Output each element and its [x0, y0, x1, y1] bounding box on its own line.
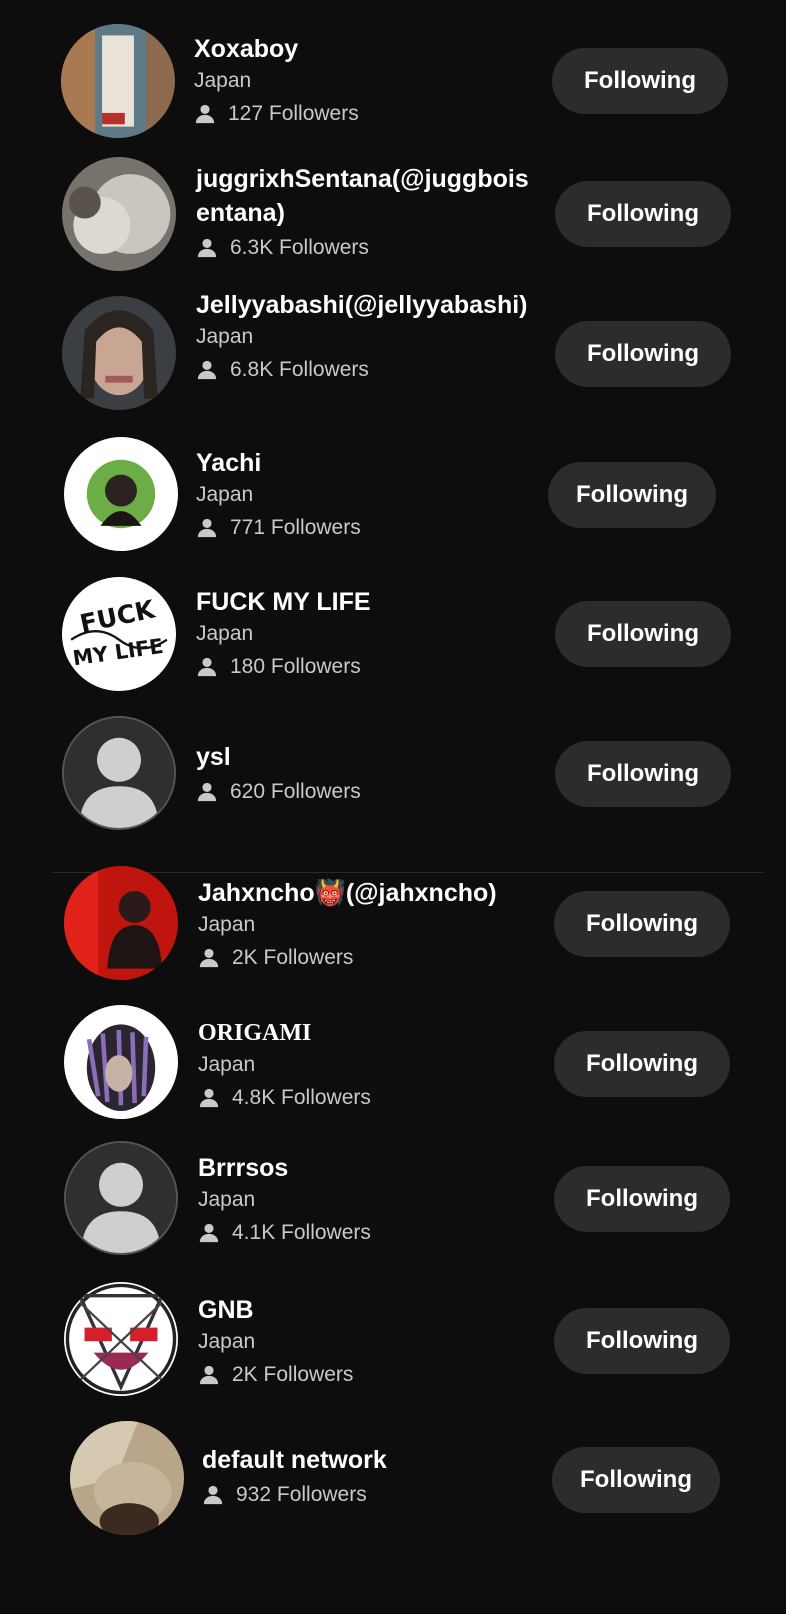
follower-count: 932 Followers: [202, 1477, 552, 1513]
user-location: Japan: [194, 69, 252, 92]
user-name[interactable]: GNB: [198, 1293, 548, 1327]
follower-count-text: 2K Followers: [232, 1363, 354, 1386]
follower-count: 127 Followers: [194, 96, 544, 132]
person-icon: [197, 238, 217, 258]
avatar[interactable]: [70, 1421, 184, 1535]
divider: [52, 872, 764, 873]
following-button[interactable]: Following: [548, 462, 716, 528]
follower-count: 2K Followers: [198, 1357, 548, 1393]
avatar[interactable]: [62, 157, 176, 271]
follower-count: 620 Followers: [196, 774, 546, 810]
follower-count-text: 127 Followers: [228, 102, 359, 125]
following-button[interactable]: Following: [555, 321, 731, 387]
avatar[interactable]: [62, 296, 176, 410]
avatar[interactable]: [64, 1282, 178, 1396]
follower-count-text: 771 Followers: [230, 516, 361, 539]
user-location: Japan: [196, 483, 254, 506]
following-button[interactable]: Following: [552, 48, 728, 114]
avatar[interactable]: [64, 866, 178, 980]
person-icon: [197, 782, 217, 802]
follower-count: 4.8K Followers: [198, 1080, 548, 1116]
follower-count: 180 Followers: [196, 649, 546, 685]
following-button[interactable]: Following: [554, 891, 730, 957]
person-icon: [199, 1223, 219, 1243]
user-name[interactable]: Jahxncho👹(@jahxncho): [198, 876, 538, 910]
user-location: Japan: [196, 325, 254, 348]
follower-count-text: 932 Followers: [236, 1483, 367, 1506]
person-icon: [203, 1485, 223, 1505]
following-button[interactable]: Following: [555, 181, 731, 247]
avatar[interactable]: [64, 437, 178, 551]
user-location: Japan: [198, 1188, 256, 1211]
user-name[interactable]: ORIGAMI: [198, 1016, 548, 1050]
person-icon: [195, 104, 215, 124]
user-name[interactable]: Brrrsos: [198, 1151, 548, 1185]
avatar[interactable]: [62, 716, 176, 830]
user-name[interactable]: default network: [202, 1443, 552, 1477]
follower-count-text: 4.8K Followers: [232, 1086, 371, 1109]
follower-count-text: 4.1K Followers: [232, 1221, 371, 1244]
follower-count-text: 2K Followers: [232, 946, 354, 969]
follower-count-text: 6.3K Followers: [230, 236, 369, 259]
user-name[interactable]: Yachi: [196, 446, 546, 480]
user-location: Japan: [196, 622, 254, 645]
user-name[interactable]: Jellyyabashi(@jellyyabashi): [196, 288, 536, 322]
follower-count: 771 Followers: [196, 510, 546, 546]
following-button[interactable]: Following: [555, 741, 731, 807]
user-name[interactable]: Xoxaboy: [194, 32, 544, 66]
following-button[interactable]: Following: [554, 1308, 730, 1374]
following-button[interactable]: Following: [554, 1166, 730, 1232]
avatar[interactable]: FUCK MY LIFE: [62, 577, 176, 691]
user-location: Japan: [198, 1330, 256, 1353]
person-icon: [199, 948, 219, 968]
user-location: Japan: [198, 913, 256, 936]
follower-count: 4.1K Followers: [198, 1215, 548, 1251]
user-location: Japan: [198, 1053, 256, 1076]
following-button[interactable]: Following: [555, 601, 731, 667]
avatar[interactable]: [64, 1005, 178, 1119]
follower-count: 6.8K Followers: [196, 352, 536, 388]
user-name[interactable]: juggrixhSentana(@juggboisentana): [196, 162, 536, 230]
follower-count-text: 180 Followers: [230, 655, 361, 678]
person-icon: [197, 518, 217, 538]
follower-count-text: 620 Followers: [230, 780, 361, 803]
follower-count: 2K Followers: [198, 940, 538, 976]
person-icon: [199, 1365, 219, 1385]
follower-count-text: 6.8K Followers: [230, 358, 369, 381]
follower-count: 6.3K Followers: [196, 230, 536, 266]
person-icon: [197, 657, 217, 677]
user-name[interactable]: FUCK MY LIFE: [196, 585, 546, 619]
user-name[interactable]: ysl: [196, 740, 546, 774]
following-button[interactable]: Following: [554, 1031, 730, 1097]
avatar[interactable]: [61, 24, 175, 138]
person-icon: [199, 1088, 219, 1108]
person-icon: [197, 360, 217, 380]
avatar[interactable]: [64, 1141, 178, 1255]
following-button[interactable]: Following: [552, 1447, 720, 1513]
